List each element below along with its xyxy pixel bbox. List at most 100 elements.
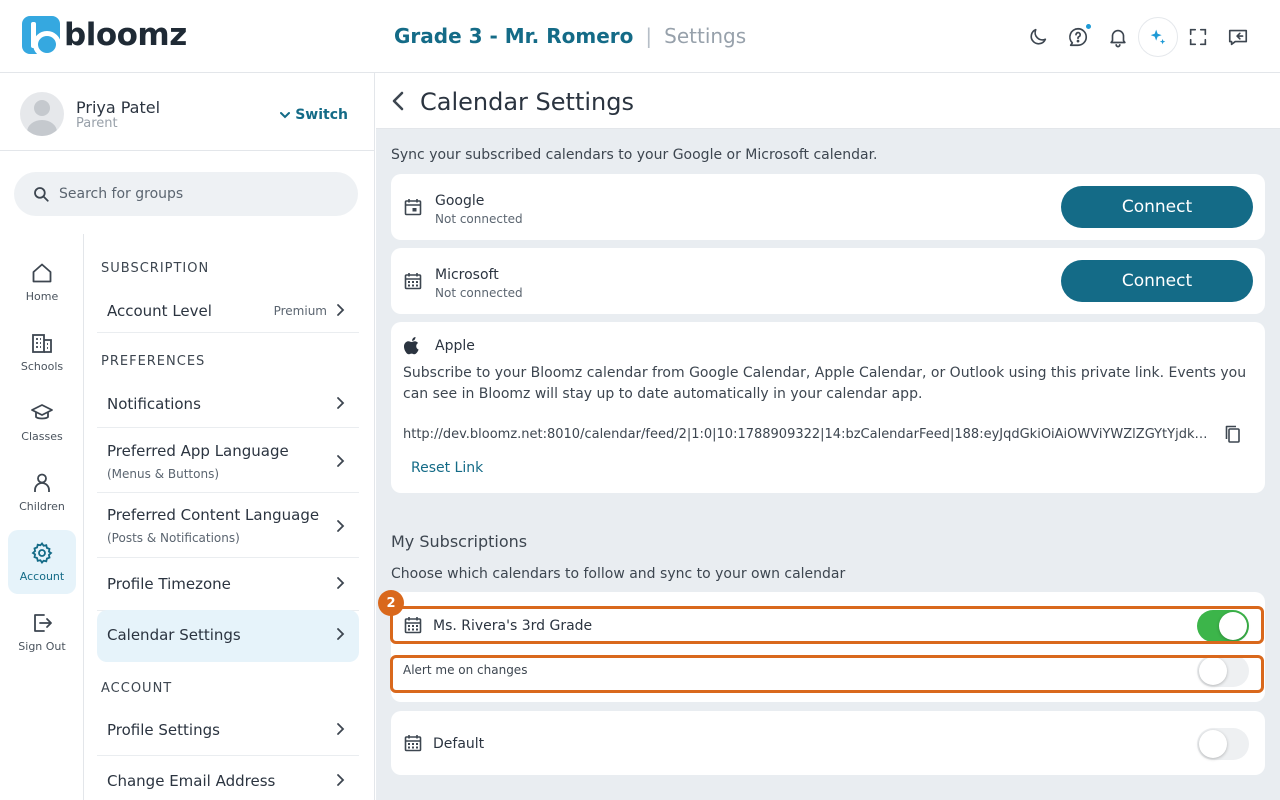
menu-item-app-language[interactable]: Preferred App Language (Menus & Buttons): [97, 429, 359, 493]
building-icon: [32, 334, 52, 353]
notifications-button[interactable]: [1098, 17, 1138, 57]
help-button[interactable]: [1058, 17, 1098, 57]
step-badge: 2: [378, 590, 404, 616]
profile-role: Parent: [76, 116, 118, 131]
menu-item-label: Profile Settings: [107, 721, 220, 739]
calendar-feed-url[interactable]: http://dev.bloomz.net:8010/calendar/feed…: [403, 427, 1211, 442]
rail-item-children[interactable]: Children: [8, 460, 76, 524]
chevron-right-icon: [337, 455, 345, 467]
microsoft-calendar-card: Microsoft Not connected Connect: [391, 248, 1265, 314]
menu-item-account-level[interactable]: Account Level Premium: [97, 289, 359, 333]
chevron-down-icon: [280, 112, 291, 119]
home-icon: [32, 263, 52, 283]
chevron-right-icon: [337, 520, 345, 532]
profile-name: Priya Patel: [76, 98, 161, 117]
back-arrow-icon[interactable]: [388, 89, 410, 113]
menu-item-label: Preferred App Language: [107, 442, 289, 460]
microsoft-label: Microsoft: [435, 267, 499, 283]
menu-item-change-email[interactable]: Change Email Address: [97, 757, 359, 800]
header-page-name: Settings: [664, 24, 747, 48]
menu-item-profile-settings[interactable]: Profile Settings: [97, 706, 359, 756]
nav-rail: Home Schools Classes Children Account Si…: [0, 234, 84, 800]
header-actions: [1018, 17, 1258, 57]
rail-item-sign-out[interactable]: Sign Out: [8, 600, 76, 664]
menu-item-profile-timezone[interactable]: Profile Timezone: [97, 559, 359, 611]
menu-item-label: Account Level: [107, 302, 212, 320]
apple-calendar-card: Apple Subscribe to your Bloomz calendar …: [391, 322, 1265, 493]
reset-link-button[interactable]: Reset Link: [411, 460, 483, 476]
bell-icon: [1110, 29, 1126, 48]
menu-item-label: Change Email Address: [107, 772, 276, 790]
gear-icon: [31, 542, 53, 564]
group-search[interactable]: [14, 172, 358, 216]
switch-profile-button[interactable]: Switch: [280, 107, 348, 123]
section-preferences: PREFERENCES: [101, 354, 206, 369]
calendar-icon: [404, 199, 422, 216]
rail-label: Classes: [21, 430, 63, 443]
title-separator: |: [645, 24, 653, 48]
subscription-card-default: Default: [391, 711, 1265, 775]
section-account: ACCOUNT: [101, 681, 173, 696]
google-status: Not connected: [435, 212, 523, 226]
search-input[interactable]: [59, 186, 339, 202]
menu-item-notifications[interactable]: Notifications: [97, 380, 359, 428]
header-title: Grade 3 - Mr. Romero | Settings: [394, 24, 746, 48]
fullscreen-icon: [1189, 28, 1207, 46]
google-calendar-card: Google Not connected Connect: [391, 174, 1265, 240]
microsoft-status: Not connected: [435, 286, 523, 300]
section-subscription: SUBSCRIPTION: [101, 261, 210, 276]
fullscreen-button[interactable]: [1178, 17, 1218, 57]
search-icon: [34, 187, 49, 202]
copy-icon[interactable]: [1223, 424, 1243, 444]
chevron-right-icon: [337, 397, 345, 409]
calendar-icon: [404, 273, 422, 290]
default-subscription-toggle[interactable]: [1197, 728, 1249, 760]
rail-label: Sign Out: [18, 640, 66, 653]
ai-assistant-button[interactable]: [1138, 17, 1178, 57]
rail-item-schools[interactable]: Schools: [8, 320, 76, 384]
page-title: Calendar Settings: [420, 88, 634, 116]
rail-item-account[interactable]: Account: [8, 530, 76, 594]
apple-label: Apple: [435, 338, 475, 354]
chevron-right-icon: [337, 723, 345, 735]
dark-mode-button[interactable]: [1018, 17, 1058, 57]
chevron-right-icon: [337, 577, 345, 589]
menu-item-label: Calendar Settings: [107, 626, 241, 644]
menu-item-label: Notifications: [107, 395, 201, 413]
highlight-subscription-row: [390, 606, 1264, 644]
calendar-icon: [404, 735, 422, 752]
switch-label: Switch: [295, 107, 348, 123]
sidebar: Priya Patel Parent Switch Home Schools C…: [0, 73, 375, 800]
rail-item-classes[interactable]: Classes: [8, 390, 76, 454]
menu-item-sublabel: (Menus & Buttons): [107, 467, 219, 481]
bloomz-logo-icon: [22, 16, 61, 58]
bloomz-logo[interactable]: bloomz: [22, 16, 187, 58]
profile-section: Priya Patel Parent Switch: [0, 73, 374, 151]
menu-item-calendar-settings[interactable]: Calendar Settings: [97, 610, 359, 662]
menu-item-label: Preferred Content Language: [107, 506, 320, 524]
menu-item-label: Profile Timezone: [107, 575, 231, 593]
apple-description: Subscribe to your Bloomz calendar from G…: [403, 365, 1247, 402]
page-titlebar: Calendar Settings: [376, 73, 1280, 129]
chevron-right-icon: [337, 304, 345, 316]
account-level-badge: Premium: [273, 304, 327, 318]
google-connect-button[interactable]: Connect: [1061, 186, 1253, 228]
rail-item-home[interactable]: Home: [8, 250, 76, 314]
menu-item-sublabel: (Posts & Notifications): [107, 531, 240, 545]
moon-icon: [1030, 28, 1047, 45]
subscriptions-title: My Subscriptions: [391, 532, 528, 551]
group-title[interactable]: Grade 3 - Mr. Romero: [394, 24, 633, 48]
sparkle-icon: [1150, 29, 1166, 45]
graduation-cap-icon: [31, 404, 53, 420]
avatar[interactable]: [20, 92, 64, 136]
menu-item-content-language[interactable]: Preferred Content Language (Posts & Noti…: [97, 494, 359, 558]
subscription-name: Default: [433, 736, 485, 752]
microsoft-connect-button[interactable]: Connect: [1061, 260, 1253, 302]
logo-text: bloomz: [64, 17, 187, 53]
highlight-alert-row: [390, 655, 1264, 693]
toggle-knob: [1199, 730, 1227, 758]
sign-out-icon: [34, 614, 52, 632]
rail-label: Schools: [20, 360, 64, 373]
chevron-right-icon: [337, 628, 345, 640]
collapse-panel-button[interactable]: [1218, 17, 1258, 57]
